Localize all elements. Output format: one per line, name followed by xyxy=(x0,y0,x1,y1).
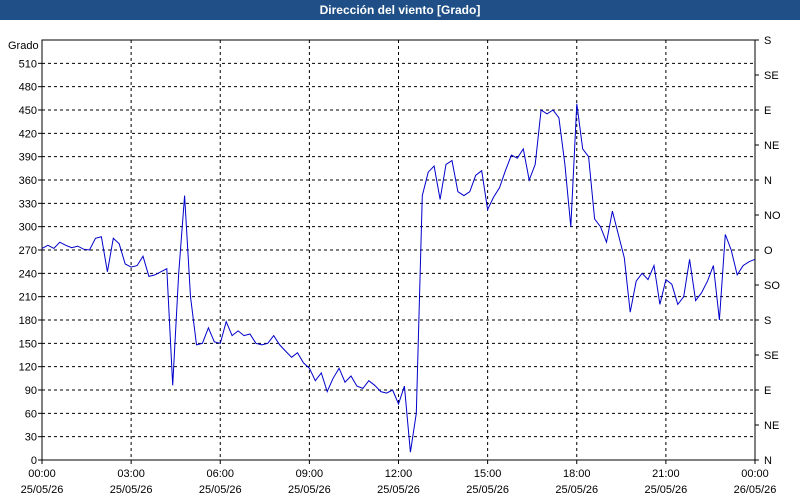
y2-tick-label: E xyxy=(764,385,771,397)
x-tick-time-label: 09:00 xyxy=(296,468,324,480)
x-tick-date-label: 25/05/26 xyxy=(377,484,420,496)
x-tick-date-label: 25/05/26 xyxy=(555,484,598,496)
y-tick-label: 510 xyxy=(19,58,37,70)
y-tick-label: 60 xyxy=(25,408,37,420)
x-tick-time-label: 03:00 xyxy=(117,468,145,480)
y-tick-label: 30 xyxy=(25,432,37,444)
y2-tick-label: N xyxy=(764,455,772,467)
y-tick-label: 210 xyxy=(19,292,37,304)
y-tick-label: 450 xyxy=(19,105,37,117)
y-tick-label: 0 xyxy=(31,455,37,467)
y-tick-label: 420 xyxy=(19,128,37,140)
x-tick-date-label: 25/05/26 xyxy=(21,484,64,496)
y-tick-label: 180 xyxy=(19,315,37,327)
x-tick-date-label: 25/05/26 xyxy=(288,484,331,496)
y2-tick-label: SO xyxy=(764,280,780,292)
y-axis-title: Grado xyxy=(8,40,39,52)
y-tick-label: 240 xyxy=(19,268,37,280)
x-tick-time-label: 18:00 xyxy=(563,468,591,480)
x-tick-time-label: 00:00 xyxy=(741,468,769,480)
chart-window: Dirección del viento [Grado] 0 30 60 90 120 1… xyxy=(0,0,800,500)
x-tick-date-label: 25/05/26 xyxy=(199,484,242,496)
wind-direction-chart: 0 30 60 90 120 150 180 210 240 270 300 330 360 390 420… xyxy=(8,35,781,496)
x-tick-time-label: 12:00 xyxy=(385,468,413,480)
x-tick-time-label: 21:00 xyxy=(652,468,680,480)
x-tick-date-label: 25/05/26 xyxy=(110,484,153,496)
y-tick-label: 270 xyxy=(19,245,37,257)
x-tick-date-label: 26/05/26 xyxy=(734,484,777,496)
x-tick-date-label: 25/05/26 xyxy=(644,484,687,496)
x-tick-time-label: 06:00 xyxy=(206,468,234,480)
y2-tick-label: SE xyxy=(764,350,779,362)
y2-tick-label: E xyxy=(764,105,771,117)
y2-tick-label: S xyxy=(764,35,771,47)
y-tick-label: 90 xyxy=(25,385,37,397)
y2-tick-label: S xyxy=(764,315,771,327)
y-tick-label: 390 xyxy=(19,152,37,164)
y-tick-label: 150 xyxy=(19,338,37,350)
y2-tick-label: SE xyxy=(764,70,779,82)
y-tick-label: 330 xyxy=(19,198,37,210)
x-tick-date-label: 25/05/26 xyxy=(466,484,509,496)
y2-tick-label: N xyxy=(764,175,772,187)
x-tick-time-label: 15:00 xyxy=(474,468,502,480)
y2-tick-label: NO xyxy=(764,210,781,222)
y-tick-label: 360 xyxy=(19,175,37,187)
chart-title: Dirección del viento [Grado] xyxy=(0,0,800,20)
y2-tick-label: O xyxy=(764,245,773,257)
y-tick-label: 480 xyxy=(19,82,37,94)
y2-tick-label: NE xyxy=(764,140,779,152)
x-tick-time-label: 00:00 xyxy=(28,468,56,480)
y2-tick-label: NE xyxy=(764,420,779,432)
y-tick-label: 120 xyxy=(19,362,37,374)
y-tick-label: 300 xyxy=(19,222,37,234)
